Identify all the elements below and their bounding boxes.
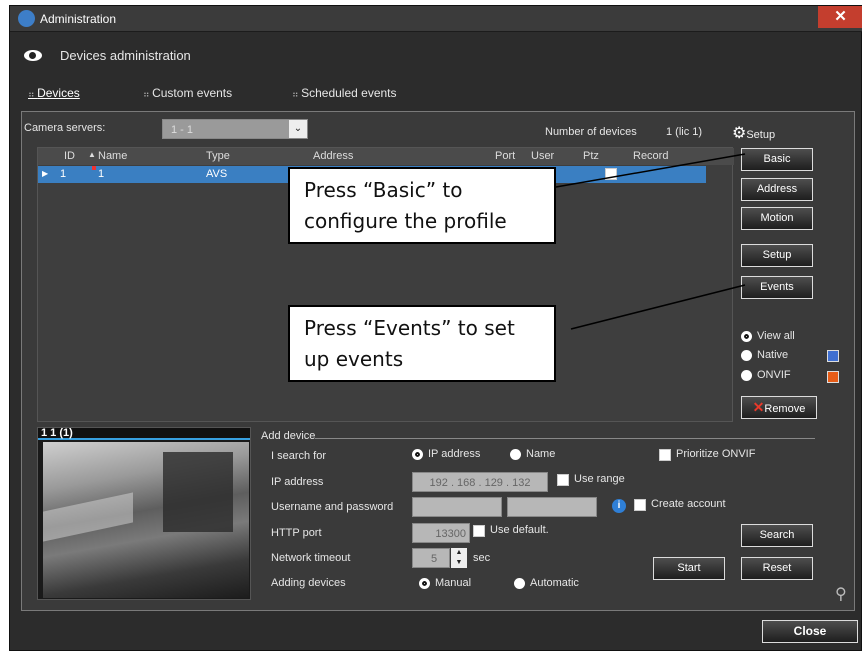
table-header: ID ▲ Name Type Address Port User Ptz Rec… [38, 148, 734, 165]
zoom-icon[interactable]: ⚲ [835, 584, 847, 604]
col-name[interactable]: Name [98, 150, 127, 162]
use-default-label: Use default. [490, 524, 549, 536]
camera-preview[interactable]: 1 1 (1) [37, 427, 251, 600]
tab-custom-events[interactable]: ⠶ Custom events [143, 86, 232, 100]
remove-x-icon: ✕ [752, 399, 765, 415]
view-all-label: View all [757, 330, 795, 342]
onvif-label: ONVIF [757, 369, 791, 381]
sort-asc-icon: ▲ [88, 150, 96, 159]
camera-servers-label: Camera servers: [24, 122, 106, 134]
use-range-label: Use range [574, 473, 625, 485]
password-input[interactable] [507, 497, 597, 517]
preview-label: 1 1 (1) [41, 427, 73, 439]
tab-grip-icon: ⠶ [292, 89, 302, 99]
page-title: Devices administration [60, 48, 191, 63]
setup-label: Setup [746, 129, 776, 141]
camera-image [43, 442, 249, 598]
row-type: AVS [206, 168, 228, 180]
remove-button[interactable]: ✕Remove [741, 396, 817, 419]
ip-address-input[interactable]: 192 . 168 . 129 . 132 [412, 472, 548, 492]
tab-devices[interactable]: ⠶ Devices [28, 86, 80, 100]
row-pointer-icon: ▶ [42, 169, 49, 178]
callout-basic: Press “Basic” to configure the profile [288, 167, 556, 244]
reset-button[interactable]: Reset [741, 557, 813, 580]
credentials-label: Username and password [271, 501, 394, 513]
col-port[interactable]: Port [495, 150, 515, 162]
close-window-button[interactable]: ✕ [818, 6, 862, 28]
camera-servers-value: 1 - 1 [171, 124, 194, 136]
search-for-label: I search for [271, 450, 327, 462]
remove-label: Remove [764, 403, 806, 415]
window-title: Administration [40, 12, 117, 26]
globe-icon [18, 10, 35, 27]
col-address[interactable]: Address [313, 150, 353, 162]
col-record[interactable]: Record [633, 150, 668, 162]
adding-devices-label: Adding devices [271, 577, 346, 589]
create-account-label: Create account [651, 498, 726, 510]
row-id: 1 [60, 168, 67, 180]
search-button[interactable]: Search [741, 524, 813, 547]
native-color-swatch [827, 350, 839, 362]
onvif-radio [741, 370, 752, 381]
callout-events: Press “Events” to set up events [288, 305, 556, 382]
http-port-label: HTTP port [271, 527, 322, 539]
use-range-checkbox [557, 474, 569, 486]
native-label: Native [757, 349, 789, 361]
add-device-divider [315, 438, 815, 439]
tab-label: Scheduled events [301, 86, 397, 100]
create-account-checkbox [634, 499, 646, 511]
native-radio [741, 350, 752, 361]
use-default-checkbox [473, 525, 485, 537]
basic-button[interactable]: Basic [741, 148, 813, 171]
col-id[interactable]: ID [64, 150, 75, 162]
http-port-input[interactable]: 13300 [412, 523, 470, 543]
automatic-label: Automatic [530, 577, 579, 589]
close-button[interactable]: Close [762, 620, 858, 643]
number-of-devices-value: 1 (lic 1) [666, 126, 703, 138]
col-ptz[interactable]: Ptz [583, 150, 599, 162]
name-option-label: Name [526, 448, 556, 460]
start-button[interactable]: Start [653, 557, 725, 580]
tab-label: Devices [37, 86, 80, 100]
tab-scheduled-events[interactable]: ⠶ Scheduled events [292, 86, 397, 100]
tab-label: Custom events [152, 86, 233, 100]
network-timeout-input[interactable]: 5 [412, 548, 450, 568]
setup-button[interactable]: Setup [741, 244, 813, 267]
ip-option-label: IP address [428, 448, 481, 460]
tab-grip-icon: ⠶ [28, 89, 38, 99]
ptz-checkbox[interactable] [605, 168, 617, 180]
camera-servers-select[interactable]: 1 - 1 ⌄ [162, 119, 308, 139]
row-status-icon [92, 166, 96, 170]
setup-link[interactable]: ⚙Setup [732, 123, 775, 143]
ip-radio [412, 449, 423, 460]
info-icon[interactable]: i [612, 499, 626, 513]
events-button[interactable]: Events [741, 276, 813, 299]
view-all-radio [741, 331, 752, 342]
ip-address-label: IP address [271, 476, 324, 488]
prioritize-label: Prioritize ONVIF [676, 448, 756, 460]
eye-icon [24, 50, 42, 61]
motion-button[interactable]: Motion [741, 207, 813, 230]
add-device-title: Add device [261, 430, 316, 442]
manual-radio [419, 578, 430, 589]
name-radio [510, 449, 521, 460]
row-name: 1 [98, 168, 105, 180]
title-bar: Administration ✕ [10, 6, 862, 32]
spinner-icon[interactable]: ▲ ▼ [451, 548, 467, 568]
number-of-devices-label: Number of devices [545, 126, 637, 138]
onvif-color-swatch [827, 371, 839, 383]
network-timeout-label: Network timeout [271, 552, 351, 564]
address-button[interactable]: Address [741, 178, 813, 201]
username-input[interactable] [412, 497, 502, 517]
chevron-down-icon: ⌄ [289, 120, 307, 138]
col-type[interactable]: Type [206, 150, 230, 162]
col-user[interactable]: User [531, 150, 554, 162]
tab-grip-icon: ⠶ [143, 89, 153, 99]
gear-icon: ⚙ [732, 125, 747, 142]
automatic-radio [514, 578, 525, 589]
manual-label: Manual [435, 577, 472, 589]
prioritize-checkbox [659, 449, 671, 461]
timeout-unit: sec [473, 552, 491, 564]
